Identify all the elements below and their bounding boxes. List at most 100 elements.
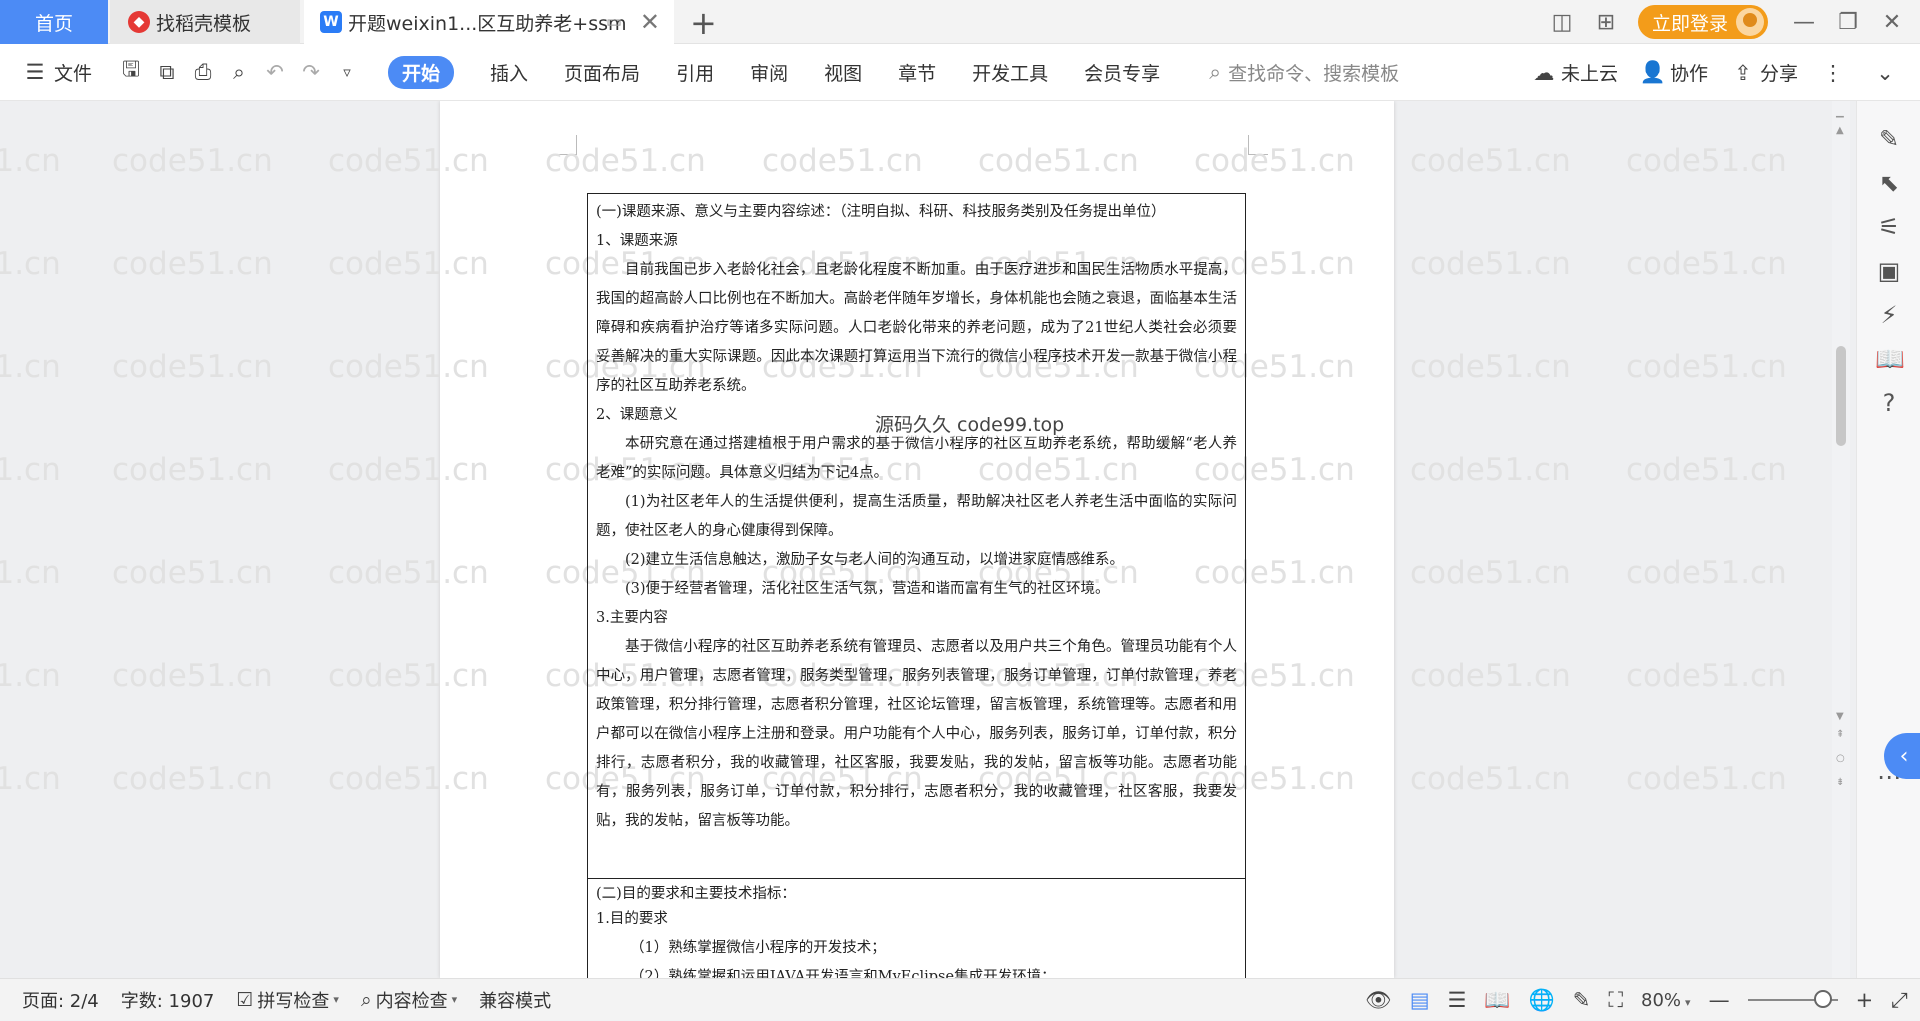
fullscreen-icon[interactable]: ⤢ [1891,988,1908,1013]
caret-down-icon: ▾ [1685,995,1691,1009]
reading-view-icon[interactable]: 📖 [1484,988,1510,1013]
tab-review[interactable]: 审阅 [750,59,788,86]
tab-start[interactable]: 开始 [388,55,455,89]
spell-check-label: 拼写检查 [257,990,330,1012]
next-page-icon[interactable]: ⇟ [1836,777,1844,788]
ribbon: ☰ 文件 🖫 ⧉ ⎙ ⌕ ↶ ↷ ▿ 开始 插入 页面布局 引用 审阅 视图 章… [0,44,1920,101]
customize-dropdown-icon[interactable]: ▿ [334,59,360,85]
page-view-icon[interactable]: ▤ [1410,988,1430,1012]
export-pdf-icon[interactable]: ⧉ [154,59,180,85]
section-title: (二)目的要求和主要技术指标： [596,886,796,902]
watermark-text: code51.cn [0,349,61,385]
scroll-down-icon[interactable]: ▼ [1836,711,1844,722]
zoom-slider-knob[interactable] [1813,990,1832,1008]
apps-grid-icon[interactable]: ⊞ [1584,10,1628,35]
zoom-out-icon[interactable]: — [1709,988,1730,1012]
select-cursor-icon[interactable]: ⬉ [1875,169,1903,197]
watermark-text: code51.cn [112,658,273,694]
watermark-text: code51.cn [1410,143,1571,179]
zoom-in-icon[interactable]: + [1856,988,1874,1012]
close-tab-icon[interactable]: ✕ [640,8,660,36]
close-window-icon[interactable]: ✕ [1870,10,1914,35]
tab-references[interactable]: 引用 [676,59,714,86]
print-preview-icon[interactable]: ⌕ [226,59,252,85]
undo-icon[interactable]: ↶ [262,59,288,85]
user-collab-icon: 👤 [1639,60,1667,84]
watermark-text: code51.cn [1626,349,1787,385]
scroll-thumb[interactable] [1836,346,1846,446]
help-icon[interactable]: ? [1875,389,1903,417]
select-browse-icon[interactable]: ○ [1836,753,1845,764]
table-cell-requirements[interactable]: (二)目的要求和主要技术指标： 1.目的要求 （1）熟练掌握微信小程序的开发技术… [588,879,1245,978]
web-view-icon[interactable]: 🌐 [1529,988,1555,1013]
content-check-button[interactable]: ⌕ 内容检查 ▾ [361,987,457,1013]
scroll-up-icon[interactable]: ▲ [1836,125,1844,136]
command-search[interactable]: ⌕ 查找命令、搜索模板 [1202,59,1399,86]
zoom-level[interactable]: 80% ▾ [1641,990,1691,1011]
file-menu[interactable]: ☰ 文件 [22,59,92,86]
login-button[interactable]: 立即登录 [1637,5,1768,39]
book-reader-icon[interactable]: 📖 [1875,345,1905,373]
avatar [1736,8,1764,36]
redo-icon[interactable]: ↷ [298,59,324,85]
share-button[interactable]: ⇪ 分享 [1730,59,1798,86]
tab-chapter[interactable]: 章节 [898,59,936,86]
list-item: (1)为社区老年人的生活提供便利，提高生活质量，帮助解决社区老人养老生活中面临的… [596,494,1237,539]
watermark-text: code51.cn [0,452,61,488]
pen-icon[interactable]: ✎ [1875,125,1903,153]
eye-protection-icon[interactable]: 👁 [1365,988,1392,1013]
collaborate-button[interactable]: 👤 协作 [1640,59,1708,86]
zoom-slider[interactable] [1747,990,1838,1008]
scroll-top-icon[interactable]: ▁ [1836,107,1844,118]
minimize-icon[interactable]: — [1782,10,1826,35]
tab-view[interactable]: 视图 [824,59,862,86]
print-icon[interactable]: ⎙ [190,59,216,85]
watermark-text: code51.cn [1410,349,1571,385]
tab-developer[interactable]: 开发工具 [972,59,1048,86]
ribbon-tabs: 开始 插入 页面布局 引用 审阅 视图 章节 开发工具 会员专享 [388,55,1160,89]
file-menu-label: 文件 [54,62,93,85]
chevron-down-icon[interactable]: ⌄ [1872,60,1898,86]
prev-page-icon[interactable]: ⇞ [1836,729,1844,740]
tab-document[interactable]: W 开题weixin1...区互助养老+ssm ▭ ✕ [304,0,674,44]
watermark-overlay-text: 源码久久 code99.top [875,410,1065,437]
cloud-status-button[interactable]: ☁ 未上云 [1531,59,1618,86]
document-page[interactable]: (一)课题来源、意义与主要内容综述：（注明自拟、科研、科技服务类别及任务提出单位… [440,101,1394,978]
paragraph-source: 目前我国已步入老龄化社会，且老龄化程度不断加重。由于医疗进步和国民生活物质水平提… [596,262,1237,394]
tab-page-layout[interactable]: 页面布局 [564,59,640,86]
status-bar-right: 👁 ▤ ☰ 📖 🌐 ✎ ⛶ 80% ▾ — + ⤢ [1365,979,1908,1021]
table-cell-overview[interactable]: (一)课题来源、意义与主要内容综述：（注明自拟、科研、科技服务类别及任务提出单位… [588,194,1245,879]
vertical-scrollbar[interactable]: ▁ ▲ ▼ ⇞ ○ ⇟ [1832,101,1850,978]
new-tab-button[interactable]: + [690,4,717,42]
tab-template-store[interactable]: ◆ 找稻壳模板 [110,0,300,44]
login-label: 立即登录 [1651,12,1728,35]
collab-label: 协作 [1669,63,1708,85]
watermark-text: code51.cn [1410,555,1571,591]
docer-icon: ◆ [128,11,150,33]
hamburger-icon: ☰ [25,60,45,84]
tab-member[interactable]: 会员专享 [1084,59,1160,86]
watermark-text: code51.cn [1410,246,1571,282]
ai-assistant-icon[interactable]: ⚡ [1875,301,1903,329]
outline-view-icon[interactable]: ☰ [1448,988,1467,1012]
fit-page-icon[interactable]: ⛶ [1608,988,1623,1013]
image-tools-icon[interactable]: ▣ [1875,257,1903,285]
proposal-table: (一)课题来源、意义与主要内容综述：（注明自拟、科研、科技服务类别及任务提出单位… [587,193,1246,978]
monitor-icon[interactable]: ▭ [606,12,622,32]
page-indicator[interactable]: 页面: 2/4 [22,987,99,1013]
document-workspace[interactable]: (一)课题来源、意义与主要内容综述：（注明自拟、科研、科技服务类别及任务提出单位… [0,101,1920,978]
save-icon[interactable]: 🖫 [118,57,144,85]
adjust-sliders-icon[interactable]: ⚟ [1875,213,1903,241]
tab-home[interactable]: 首页 [0,0,108,44]
layout-icon[interactable]: ◫ [1540,10,1584,35]
spell-check-button[interactable]: ☑ 拼写检查 ▾ [236,987,339,1013]
zoom-value: 80% [1641,989,1682,1011]
restore-icon[interactable]: ❐ [1826,10,1870,35]
tab-document-label: 开题weixin1...区互助养老+ssm [348,12,627,35]
watermark-text: code51.cn [112,349,273,385]
more-vertical-icon[interactable]: ⋮ [1820,60,1846,86]
word-count[interactable]: 字数: 1907 [121,987,215,1013]
right-side-panel: ✎ ⬉ ⚟ ▣ ⚡ 📖 ? ⋯ [1856,101,1920,978]
write-mode-icon[interactable]: ✎ [1573,988,1591,1012]
tab-insert[interactable]: 插入 [490,59,528,86]
